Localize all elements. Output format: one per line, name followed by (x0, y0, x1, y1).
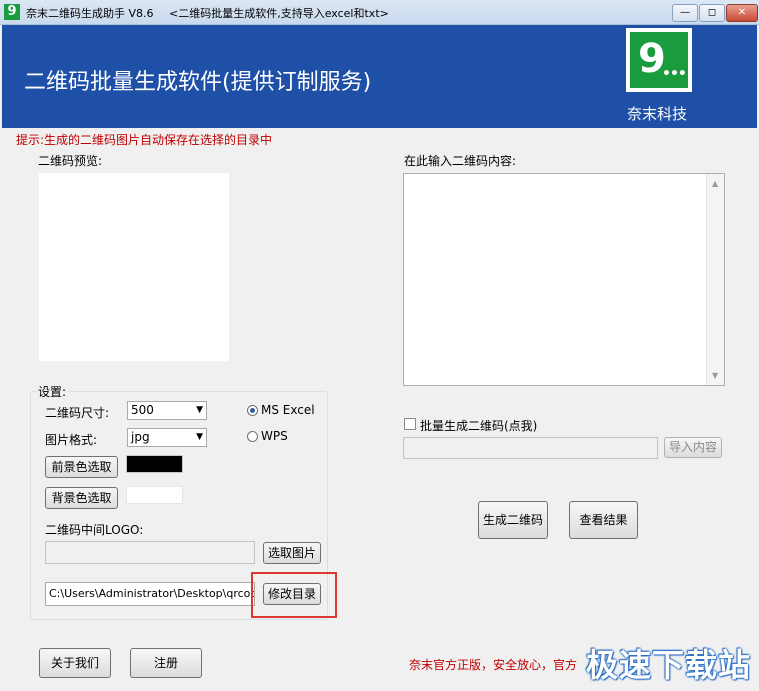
settings-label: 设置: (36, 383, 69, 400)
format-select-value: jpg (131, 430, 150, 444)
minimize-icon: — (680, 7, 690, 18)
batch-checkbox-label[interactable]: 批量生成二维码(点我) (420, 417, 537, 434)
maximize-icon: ◻ (707, 7, 717, 18)
title-bar[interactable]: 9 奈末二维码生成助手 V8.6 <二维码批量生成软件,支持导入excel和tx… (0, 0, 759, 25)
watermark-logo: 极速下载站 (586, 646, 752, 684)
content-label: 在此输入二维码内容: (404, 154, 517, 168)
logo-label: 二维码中间LOGO: (45, 523, 144, 537)
company-logo: 9 ••• (626, 28, 692, 92)
background-color-swatch (126, 486, 183, 504)
size-label: 二维码尺寸: (45, 406, 110, 420)
register-button[interactable]: 注册 (130, 648, 202, 678)
radio-excel[interactable] (247, 405, 258, 416)
chevron-down-icon: ▼ (196, 432, 203, 442)
close-icon: ✕ (737, 7, 747, 18)
footer-notice: 奈末官方正版，安全放心，官方 (409, 658, 578, 672)
radio-wps-label[interactable]: WPS (261, 429, 288, 443)
generate-qr-button[interactable]: 生成二维码 (478, 501, 548, 539)
about-us-button[interactable]: 关于我们 (39, 648, 111, 678)
preview-label: 二维码预览: (38, 154, 103, 168)
window-title: 奈末二维码生成助手 V8.6 <二维码批量生成软件,支持导入excel和txt> (26, 5, 389, 21)
foreground-color-button[interactable]: 前景色选取 (45, 456, 118, 478)
logo-path-field[interactable] (45, 541, 255, 564)
scroll-down-icon[interactable]: ▼ (712, 371, 718, 380)
highlight-box (251, 572, 337, 618)
close-button[interactable]: ✕ (726, 4, 758, 22)
batch-path-field[interactable] (403, 437, 658, 459)
background-color-button[interactable]: 背景色选取 (45, 487, 118, 509)
size-select-value: 500 (131, 403, 154, 417)
scroll-up-icon[interactable]: ▲ (712, 179, 718, 188)
qr-preview (39, 173, 229, 361)
size-select[interactable]: 500 ▼ (127, 401, 207, 420)
format-label: 图片格式: (45, 433, 98, 447)
choose-image-button[interactable]: 选取图片 (263, 542, 321, 564)
view-results-button[interactable]: 查看结果 (569, 501, 638, 539)
radio-wps[interactable] (247, 431, 258, 442)
minimize-button[interactable]: — (672, 4, 698, 22)
app-icon: 9 (4, 4, 20, 20)
content-scrollbar[interactable]: ▲ ▼ (706, 174, 724, 385)
batch-checkbox[interactable] (404, 418, 416, 430)
save-tip: 提示:生成的二维码图片自动保存在选择的目录中 (16, 133, 273, 147)
format-select[interactable]: jpg ▼ (127, 428, 207, 447)
maximize-button[interactable]: ◻ (699, 4, 725, 22)
window-subtitle-text: <二维码批量生成软件,支持导入excel和txt> (169, 7, 389, 20)
chevron-down-icon: ▼ (196, 405, 203, 415)
foreground-color-swatch (126, 455, 183, 473)
radio-excel-label[interactable]: MS Excel (261, 403, 315, 417)
header-title: 二维码批量生成软件(提供订制服务) (24, 70, 372, 95)
company-name: 奈末科技 (627, 105, 688, 123)
content-textarea[interactable]: ▲ ▼ (403, 173, 725, 386)
window-title-text: 奈末二维码生成助手 V8.6 (26, 7, 154, 20)
output-directory-field[interactable]: C:\Users\Administrator\Desktop\qrcod (45, 582, 255, 606)
logo-dots-icon: ••• (662, 66, 687, 82)
import-content-button[interactable]: 导入内容 (664, 437, 722, 458)
